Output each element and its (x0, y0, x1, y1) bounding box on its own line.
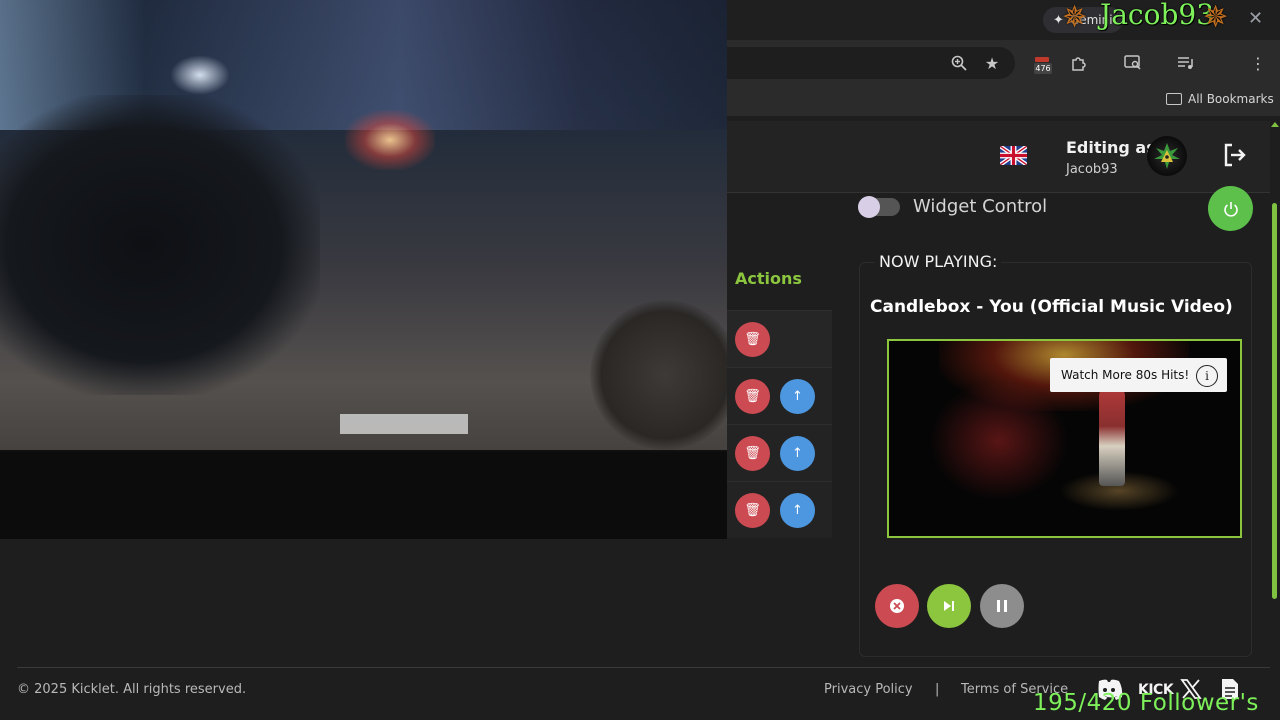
performer-figure (1099, 386, 1125, 486)
move-up-button[interactable]: ↑ (780, 436, 815, 471)
stream-camera-video (0, 0, 727, 539)
trash-icon: 🗑 (744, 389, 761, 404)
queue-row: 🗑 ↑ (727, 481, 832, 538)
delete-button[interactable]: 🗑 (735, 436, 770, 471)
queue-row: 🗑 (727, 310, 832, 367)
user-avatar[interactable] (1147, 136, 1187, 176)
song-title: Candlebox - You (Official Music Video) (870, 297, 1233, 317)
scroll-up-arrow-icon[interactable] (1271, 122, 1279, 127)
move-up-button[interactable]: ↑ (780, 379, 815, 414)
trash-icon: 🗑 (744, 446, 761, 461)
copyright-text: © 2025 Kicklet. All rights reserved. (17, 682, 247, 697)
cannabis-leaf-icon: ✵ (1203, 0, 1229, 35)
arrow-up-icon: ↑ (792, 503, 803, 518)
close-icon[interactable]: ✕ (1248, 8, 1263, 29)
trash-icon: 🗑 (744, 332, 761, 347)
delete-button[interactable]: 🗑 (735, 493, 770, 528)
now-playing-label: NOW PLAYING: (875, 252, 1002, 271)
editing-username: Jacob93 (1066, 162, 1118, 177)
arrow-up-icon: ↑ (792, 389, 803, 404)
leaf-pyramid-icon (1154, 143, 1180, 169)
power-button[interactable] (1208, 186, 1253, 231)
actions-column-header: Actions (735, 269, 802, 288)
skip-next-icon (944, 601, 954, 611)
privacy-policy-link[interactable]: Privacy Policy (824, 682, 913, 697)
uk-flag-icon[interactable] (1000, 146, 1027, 165)
stage-glow (929, 381, 1069, 501)
power-icon (1223, 201, 1238, 217)
info-icon[interactable]: i (1196, 365, 1218, 387)
pause-icon (997, 600, 1007, 612)
video-promo-label: Watch More 80s Hits! (1061, 368, 1190, 382)
toggle-knob (858, 196, 880, 218)
folder-icon (1166, 93, 1182, 105)
move-up-button[interactable]: ↑ (780, 493, 815, 528)
all-bookmarks-label: All Bookmarks (1188, 92, 1274, 106)
app-header (727, 121, 1270, 193)
license-plate (340, 414, 468, 434)
cannabis-leaf-icon: ✵ (1062, 0, 1088, 35)
extension-badge: 476 (1034, 63, 1052, 74)
skip-button[interactable] (927, 584, 971, 628)
street-light (170, 55, 230, 95)
bookmark-star-icon[interactable]: ★ (981, 52, 1003, 74)
stop-button[interactable] (875, 584, 919, 628)
media-queue-icon[interactable] (1175, 52, 1197, 74)
extensions-puzzle-icon[interactable] (1068, 52, 1090, 74)
widget-control-toggle[interactable] (858, 196, 900, 218)
car-lights (345, 110, 435, 170)
car-silhouette (0, 95, 320, 395)
widget-control-label: Widget Control (913, 196, 1048, 217)
video-bottom-bar (0, 452, 727, 539)
editing-as-label: Editing as (1066, 138, 1156, 157)
footer-divider (17, 667, 1270, 668)
car-wheel (590, 300, 727, 450)
zoom-icon[interactable] (948, 52, 970, 74)
trash-icon: 🗑 (744, 503, 761, 518)
arrow-up-icon: ↑ (792, 446, 803, 461)
queue-row: 🗑 ↑ (727, 367, 832, 424)
scrollbar-thumb[interactable] (1272, 203, 1277, 599)
all-bookmarks-button[interactable]: All Bookmarks (1166, 92, 1274, 106)
tab-search-icon[interactable] (1122, 52, 1144, 74)
queue-row: 🗑 ↑ (727, 424, 832, 481)
delete-button[interactable]: 🗑 (735, 322, 770, 357)
logout-icon[interactable] (1222, 142, 1248, 168)
follower-goal-counter: 195/420 Follower's (1033, 690, 1259, 716)
more-menu-icon[interactable]: ⋮ (1247, 52, 1269, 74)
stream-channel-name: Jacob93 (1100, 0, 1215, 31)
footer-separator: | (935, 682, 940, 697)
delete-button[interactable]: 🗑 (735, 379, 770, 414)
close-circle-icon (890, 599, 904, 613)
pause-button[interactable] (980, 584, 1024, 628)
